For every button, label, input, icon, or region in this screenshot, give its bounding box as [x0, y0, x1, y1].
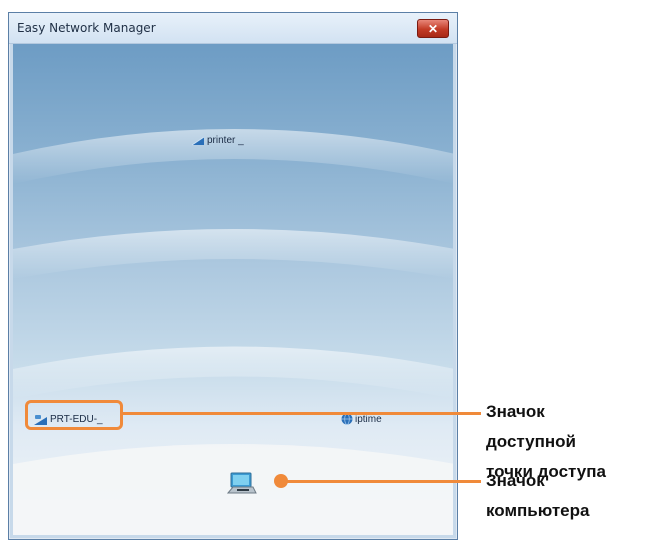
access-point-label-line-2: доступной — [486, 432, 576, 451]
printer-label: printer _ — [207, 134, 244, 146]
close-icon: ✕ — [427, 21, 439, 36]
radar-band-3 — [13, 346, 453, 399]
network-map-canvas: printer _ PRT-EDU-_ iptime — [13, 44, 453, 535]
computer-label-line-1: Значок — [486, 471, 545, 490]
access-point-callout-line — [123, 412, 481, 415]
radar-band-2 — [13, 229, 453, 279]
title-bar[interactable]: Easy Network Manager ✕ — [9, 13, 457, 44]
app-window: Easy Network Manager ✕ printer _ PRT-EDU… — [8, 12, 458, 540]
access-point-label-2: iptime — [355, 413, 382, 425]
close-button[interactable]: ✕ — [417, 19, 449, 38]
computer-callout-label: Значок компьютера — [486, 466, 589, 526]
computer-label-line-2: компьютера — [486, 501, 590, 520]
access-point-label-line-1: Значок — [486, 402, 545, 421]
printer-icon — [191, 136, 205, 146]
window-title: Easy Network Manager — [17, 21, 156, 35]
computer-node[interactable] — [227, 472, 257, 496]
computer-callout-line — [286, 480, 481, 483]
access-point-highlight — [25, 400, 123, 430]
laptop-icon — [227, 472, 257, 494]
printer-node[interactable]: printer _ — [191, 134, 244, 146]
radar-bands — [13, 129, 453, 535]
